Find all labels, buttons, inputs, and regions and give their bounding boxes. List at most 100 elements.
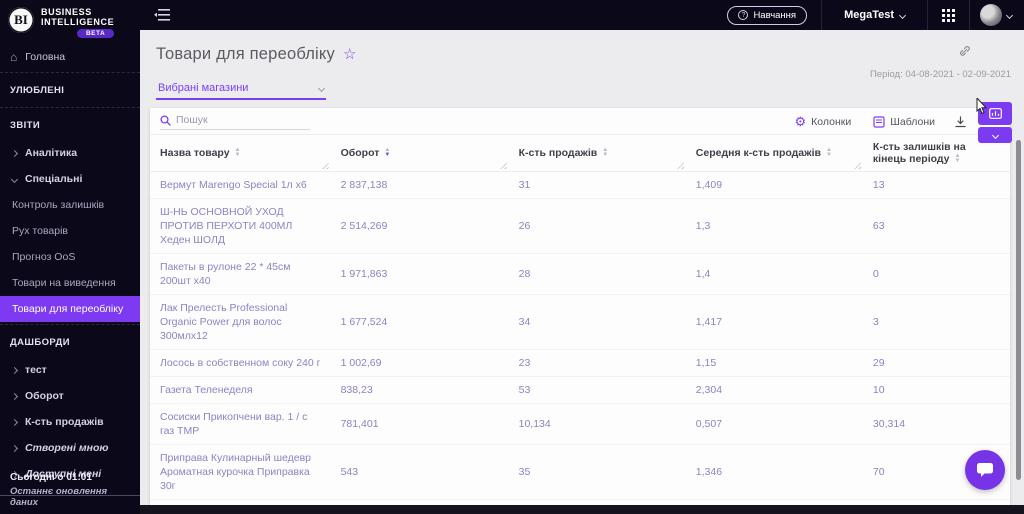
col-avg-sales[interactable]: Середня к-сть продажів ▲ ▼: [685, 134, 863, 172]
sidebar-item-sales-count[interactable]: К-сть продажів: [0, 409, 140, 435]
cell-text: Лак Прелесть Professional Organic Power …: [160, 302, 288, 342]
cell-sales-count: 10,134: [508, 403, 686, 445]
sidebar-item-special[interactable]: Спеціальні: [0, 166, 140, 192]
panel-collapse-button[interactable]: [978, 127, 1012, 143]
cell-avg-sales: 1,15: [685, 349, 863, 377]
cell-text: 2,304: [695, 384, 723, 396]
sort-icon[interactable]: ▲ ▼: [955, 153, 961, 164]
cell-end-stock: 29: [862, 349, 1010, 377]
chevron-down-icon: [10, 175, 19, 183]
table-row[interactable]: Газета Теленеделя 838,23 53 2,304 10: [150, 376, 1010, 404]
sort-icon[interactable]: ▲ ▼: [235, 147, 241, 158]
cell-text: 35: [518, 466, 531, 478]
table-row[interactable]: Вермут Marengo Special 1л х6 2 837,138 3…: [150, 171, 1010, 199]
sidebar-item-oos-forecast[interactable]: Прогноз OoS: [0, 244, 140, 270]
last-update-time: Сьогодні о 01:01: [10, 472, 92, 483]
topbar: ? Навчання MegaTest: [140, 0, 1024, 30]
workspace-dropdown[interactable]: MegaTest: [822, 9, 927, 21]
cell-text: 0,507: [695, 418, 723, 430]
sidebar-item-goods-withdrawal[interactable]: Товари на виведення: [0, 270, 140, 296]
search-input[interactable]: [176, 114, 301, 126]
report-card: ⚙ Колонки Шаблони Назва: [150, 108, 1010, 506]
cell-text: 31: [518, 179, 531, 191]
store-filter-select[interactable]: Вибрані магазини: [156, 80, 326, 100]
sidebar-footer: Сьогодні о 01:01 Останнє оновлення даних: [0, 472, 140, 508]
column-resize-handle[interactable]: [321, 162, 329, 169]
user-menu[interactable]: [970, 4, 1024, 26]
table-row[interactable]: Сосиски Прикопчени вар. 1 / с газ ТМР 78…: [150, 403, 1010, 445]
workspace-label: MegaTest: [844, 9, 894, 21]
col-sales-count[interactable]: К-сть продажів ▲ ▼: [508, 134, 686, 172]
sort-icon-active-desc[interactable]: ▲ ▼: [384, 147, 390, 158]
cell-end-stock: 3: [862, 294, 1010, 350]
cell-turnover: 781,401: [330, 403, 509, 445]
sidebar-item-recount-goods[interactable]: Товари для переобліку: [0, 296, 140, 322]
sort-icon[interactable]: ▲ ▼: [602, 147, 608, 158]
cell-text: 1,409: [695, 179, 723, 191]
cell-sales-count: 28: [508, 253, 686, 295]
table-row[interactable]: Лосось в собственном соку 240 г 1 002,69…: [150, 349, 1010, 377]
cell-product-name: Вермут Marengo Special 1л х6: [150, 171, 331, 199]
chat-fab-button[interactable]: [965, 450, 1005, 490]
cell-product-name: Лак Прелесть Professional Organic Power …: [150, 294, 331, 350]
sidebar-item-home[interactable]: ⌂ Головна: [0, 44, 140, 70]
cell-end-stock: 30,314: [862, 403, 1010, 445]
table-row[interactable]: Приправа Кулинарный шедевр Ароматная кур…: [150, 444, 1010, 500]
sidebar-item-turnover[interactable]: Оборот: [0, 383, 140, 409]
sidebar-item-analytics[interactable]: Аналітика: [0, 140, 140, 166]
cell-text: 30,314: [872, 418, 906, 430]
cell-text: Вермут Marengo Special 1л х6: [160, 179, 307, 191]
cell-end-stock: 10: [862, 376, 1010, 404]
table-row[interactable]: Ш-НЬ ОСНОВНОЙ УХОД ПРОТИВ ПЕРХОТИ 400МЛ …: [150, 198, 1010, 254]
app-logo[interactable]: BI BUSINESS INTELLIGENCE BETA: [0, 0, 140, 44]
share-link-icon[interactable]: [957, 46, 970, 59]
menu-fold-icon[interactable]: [154, 9, 170, 21]
cell-text: 1,346: [695, 466, 723, 478]
cell-avg-sales: 1,409: [685, 171, 863, 199]
chevron-right-icon: [10, 444, 19, 452]
sidebar-item-created-by-me[interactable]: Створені мною: [0, 435, 140, 461]
cell-avg-sales: 1,417: [685, 294, 863, 350]
cell-text: 1 002,69: [340, 357, 382, 369]
cell-text: 53: [518, 384, 531, 396]
home-label: Головна: [25, 51, 66, 63]
columns-button[interactable]: ⚙ Колонки: [794, 114, 852, 129]
training-button[interactable]: ? Навчання: [727, 5, 808, 25]
sort-icon[interactable]: ▲ ▼: [826, 147, 832, 158]
gear-icon: ⚙: [794, 114, 807, 129]
download-icon[interactable]: [955, 116, 966, 128]
table-row[interactable]: Лак Прелесть Professional Organic Power …: [150, 294, 1010, 350]
col-turnover[interactable]: Оборот ▲ ▼: [330, 134, 509, 172]
chevron-right-icon: [10, 392, 19, 400]
search-box[interactable]: [160, 114, 310, 130]
cell-text: 28: [518, 268, 531, 280]
templates-button[interactable]: Шаблони: [873, 116, 935, 128]
cell-text: 1,4: [695, 268, 711, 280]
turnover-label: Оборот: [25, 390, 64, 402]
cell-text: Приправа Кулинарный шедевр Ароматная кур…: [160, 452, 311, 492]
col-product-name[interactable]: Назва товару ▲ ▼: [150, 134, 331, 172]
page-title: Товари для переобліку: [156, 45, 335, 63]
column-resize-handle[interactable]: [676, 162, 684, 169]
cell-sales-count: 34: [508, 294, 686, 350]
column-resize-handle[interactable]: [853, 162, 861, 169]
sidebar-item-goods-movement[interactable]: Рух товарів: [0, 218, 140, 244]
cell-avg-sales: 0,507: [685, 403, 863, 445]
columns-label: Колонки: [811, 116, 852, 128]
apps-grid-button[interactable]: [928, 8, 969, 22]
table-row[interactable]: Пакеты в рулоне 22 * 45см 200шт х40 1 97…: [150, 253, 1010, 295]
cell-text: 34: [518, 316, 531, 328]
cell-text: 1 971,863: [340, 268, 388, 280]
question-circle-icon: ?: [738, 10, 749, 20]
chevron-down-icon: [898, 11, 907, 19]
logo-bi-icon: BI: [8, 7, 34, 33]
cell-sales-count: 53: [508, 376, 686, 404]
favorite-star-icon[interactable]: ☆: [343, 47, 356, 62]
sidebar-item-test[interactable]: тест: [0, 357, 140, 383]
sidebar-item-stock-control[interactable]: Контроль залишків: [0, 192, 140, 218]
vertical-scrollbar[interactable]: [1016, 140, 1021, 480]
section-dashboards: ДАШБОРДИ: [10, 337, 70, 348]
column-resize-handle[interactable]: [499, 162, 507, 169]
cell-text: 0: [872, 268, 879, 280]
cell-end-stock: 63: [862, 198, 1010, 254]
